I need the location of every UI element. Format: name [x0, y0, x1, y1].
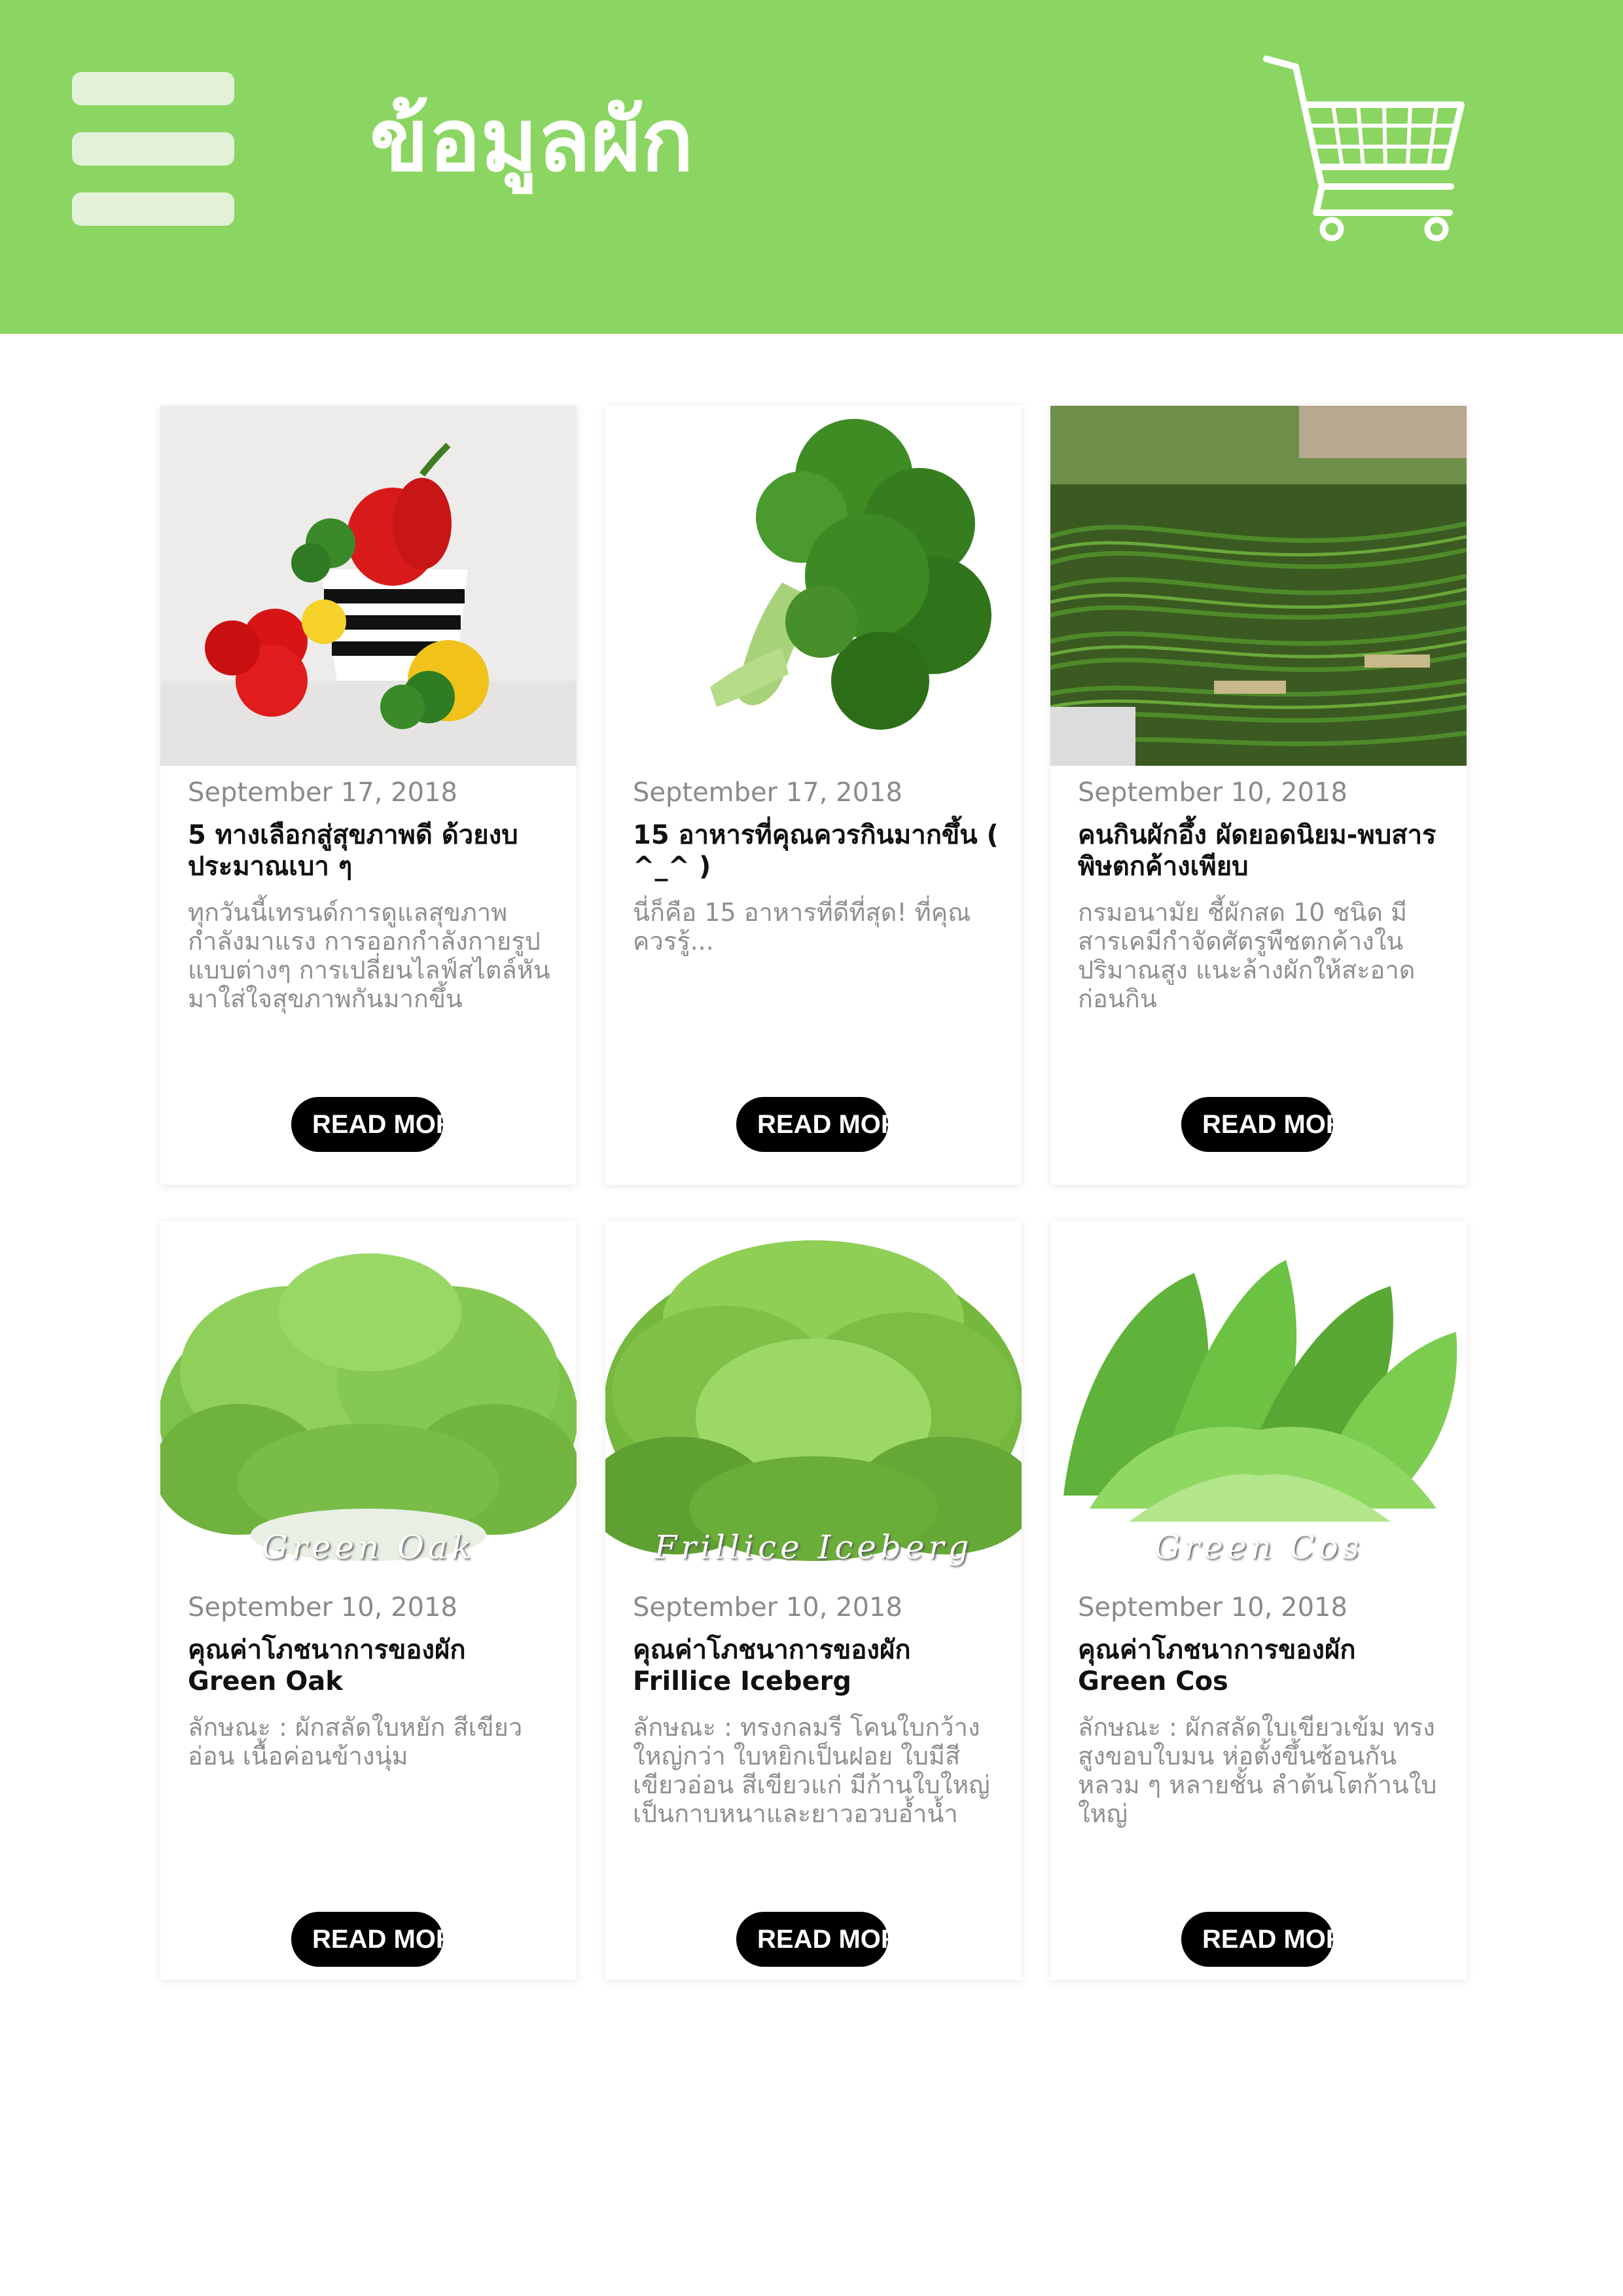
hamburger-menu-icon[interactable] — [72, 72, 234, 226]
post-title[interactable]: คนกินผักอึ้ง ผัดยอดนิยม-พบสารพิษตกค้างเพ… — [1078, 819, 1444, 882]
page-title: ข้อมูลผัก — [370, 90, 694, 191]
post-excerpt: ลักษณะ : ผักสลัดใบหยัก สีเขียวอ่อน เนื้อ… — [188, 1713, 523, 1770]
post-excerpt: ลักษณะ : ทรงกลมรี โคนใบกว้างใหญ่กว่า ใบห… — [633, 1713, 990, 1828]
green-cos-lettuce-photo: Green Cos — [1050, 1221, 1467, 1581]
article-card[interactable]: September 17, 2018 15 อาหารที่คุณควรกินม… — [605, 406, 1022, 1185]
post-date: September 10, 2018 — [1078, 778, 1347, 808]
broccoli-photo — [605, 406, 1022, 766]
post-date: September 17, 2018 — [188, 778, 457, 808]
read-more-button[interactable]: READ MORE — [736, 1912, 888, 1967]
post-date: September 10, 2018 — [633, 1592, 902, 1623]
article-card[interactable]: Frillice Iceberg September 10, 2018 คุณค… — [605, 1221, 1022, 1980]
read-more-button[interactable]: READ MORE — [1181, 1912, 1333, 1967]
post-excerpt: ทุกวันนี้เทรนด์การดูแลสุขภาพกำลังมาแรง ก… — [188, 898, 550, 1013]
post-excerpt: ลักษณะ : ผักสลัดใบเขียวเข้ม ทรงสูงขอบใบม… — [1078, 1713, 1437, 1828]
post-excerpt: กรมอนามัย ชี้ผักสด 10 ชนิด มีสารเคมีกำจั… — [1078, 898, 1416, 1013]
read-more-button[interactable]: READ MORE — [291, 1097, 443, 1152]
image-caption: Green Cos — [1154, 1528, 1363, 1566]
menu-bar — [72, 132, 234, 166]
menu-bar — [72, 72, 234, 105]
post-date: September 10, 2018 — [188, 1592, 457, 1623]
article-card[interactable]: Green Cos September 10, 2018 คุณค่าโภชนา… — [1050, 1221, 1467, 1980]
article-card[interactable]: September 10, 2018 คนกินผักอึ้ง ผัดยอดนิ… — [1050, 406, 1467, 1185]
green-oak-lettuce-photo: Green Oak — [160, 1221, 577, 1581]
read-more-button[interactable]: READ MORE — [291, 1912, 443, 1967]
read-more-button[interactable]: READ MORE — [736, 1097, 888, 1152]
article-card[interactable]: September 17, 2018 5 ทางเลือกสู่สุขภาพดี… — [160, 406, 577, 1185]
image-caption: Frillice Iceberg — [654, 1528, 973, 1566]
app-header: ข้อมูลผัก — [0, 0, 1623, 334]
post-title[interactable]: 15 อาหารที่คุณควรกินมากขึ้น ( ^_^ ) — [633, 819, 999, 882]
post-date: September 17, 2018 — [633, 778, 902, 808]
post-title[interactable]: คุณค่าโภชนาการของผัก Green Oak — [188, 1634, 554, 1697]
long-beans-photo — [1050, 406, 1467, 766]
shopping-cart-icon[interactable] — [1260, 52, 1469, 249]
post-title[interactable]: คุณค่าโภชนาการของผัก Frillice Iceberg — [633, 1634, 999, 1697]
read-more-button[interactable]: READ MORE — [1181, 1097, 1333, 1152]
vegetables-bowl-photo — [160, 406, 577, 766]
post-title[interactable]: คุณค่าโภชนาการของผัก Green Cos — [1078, 1634, 1444, 1697]
image-caption: Green Oak — [261, 1528, 476, 1566]
post-date: September 10, 2018 — [1078, 1592, 1347, 1623]
menu-bar — [72, 192, 234, 226]
article-card[interactable]: Green Oak September 10, 2018 คุณค่าโภชนา… — [160, 1221, 577, 1980]
post-excerpt: นี่ก็คือ 15 อาหารที่ดีที่สุด! ที่คุณควรร… — [633, 898, 971, 956]
frillice-iceberg-lettuce-photo: Frillice Iceberg — [605, 1221, 1022, 1581]
post-title[interactable]: 5 ทางเลือกสู่สุขภาพดี ด้วยงบประมาณเบา ๆ — [188, 819, 554, 882]
